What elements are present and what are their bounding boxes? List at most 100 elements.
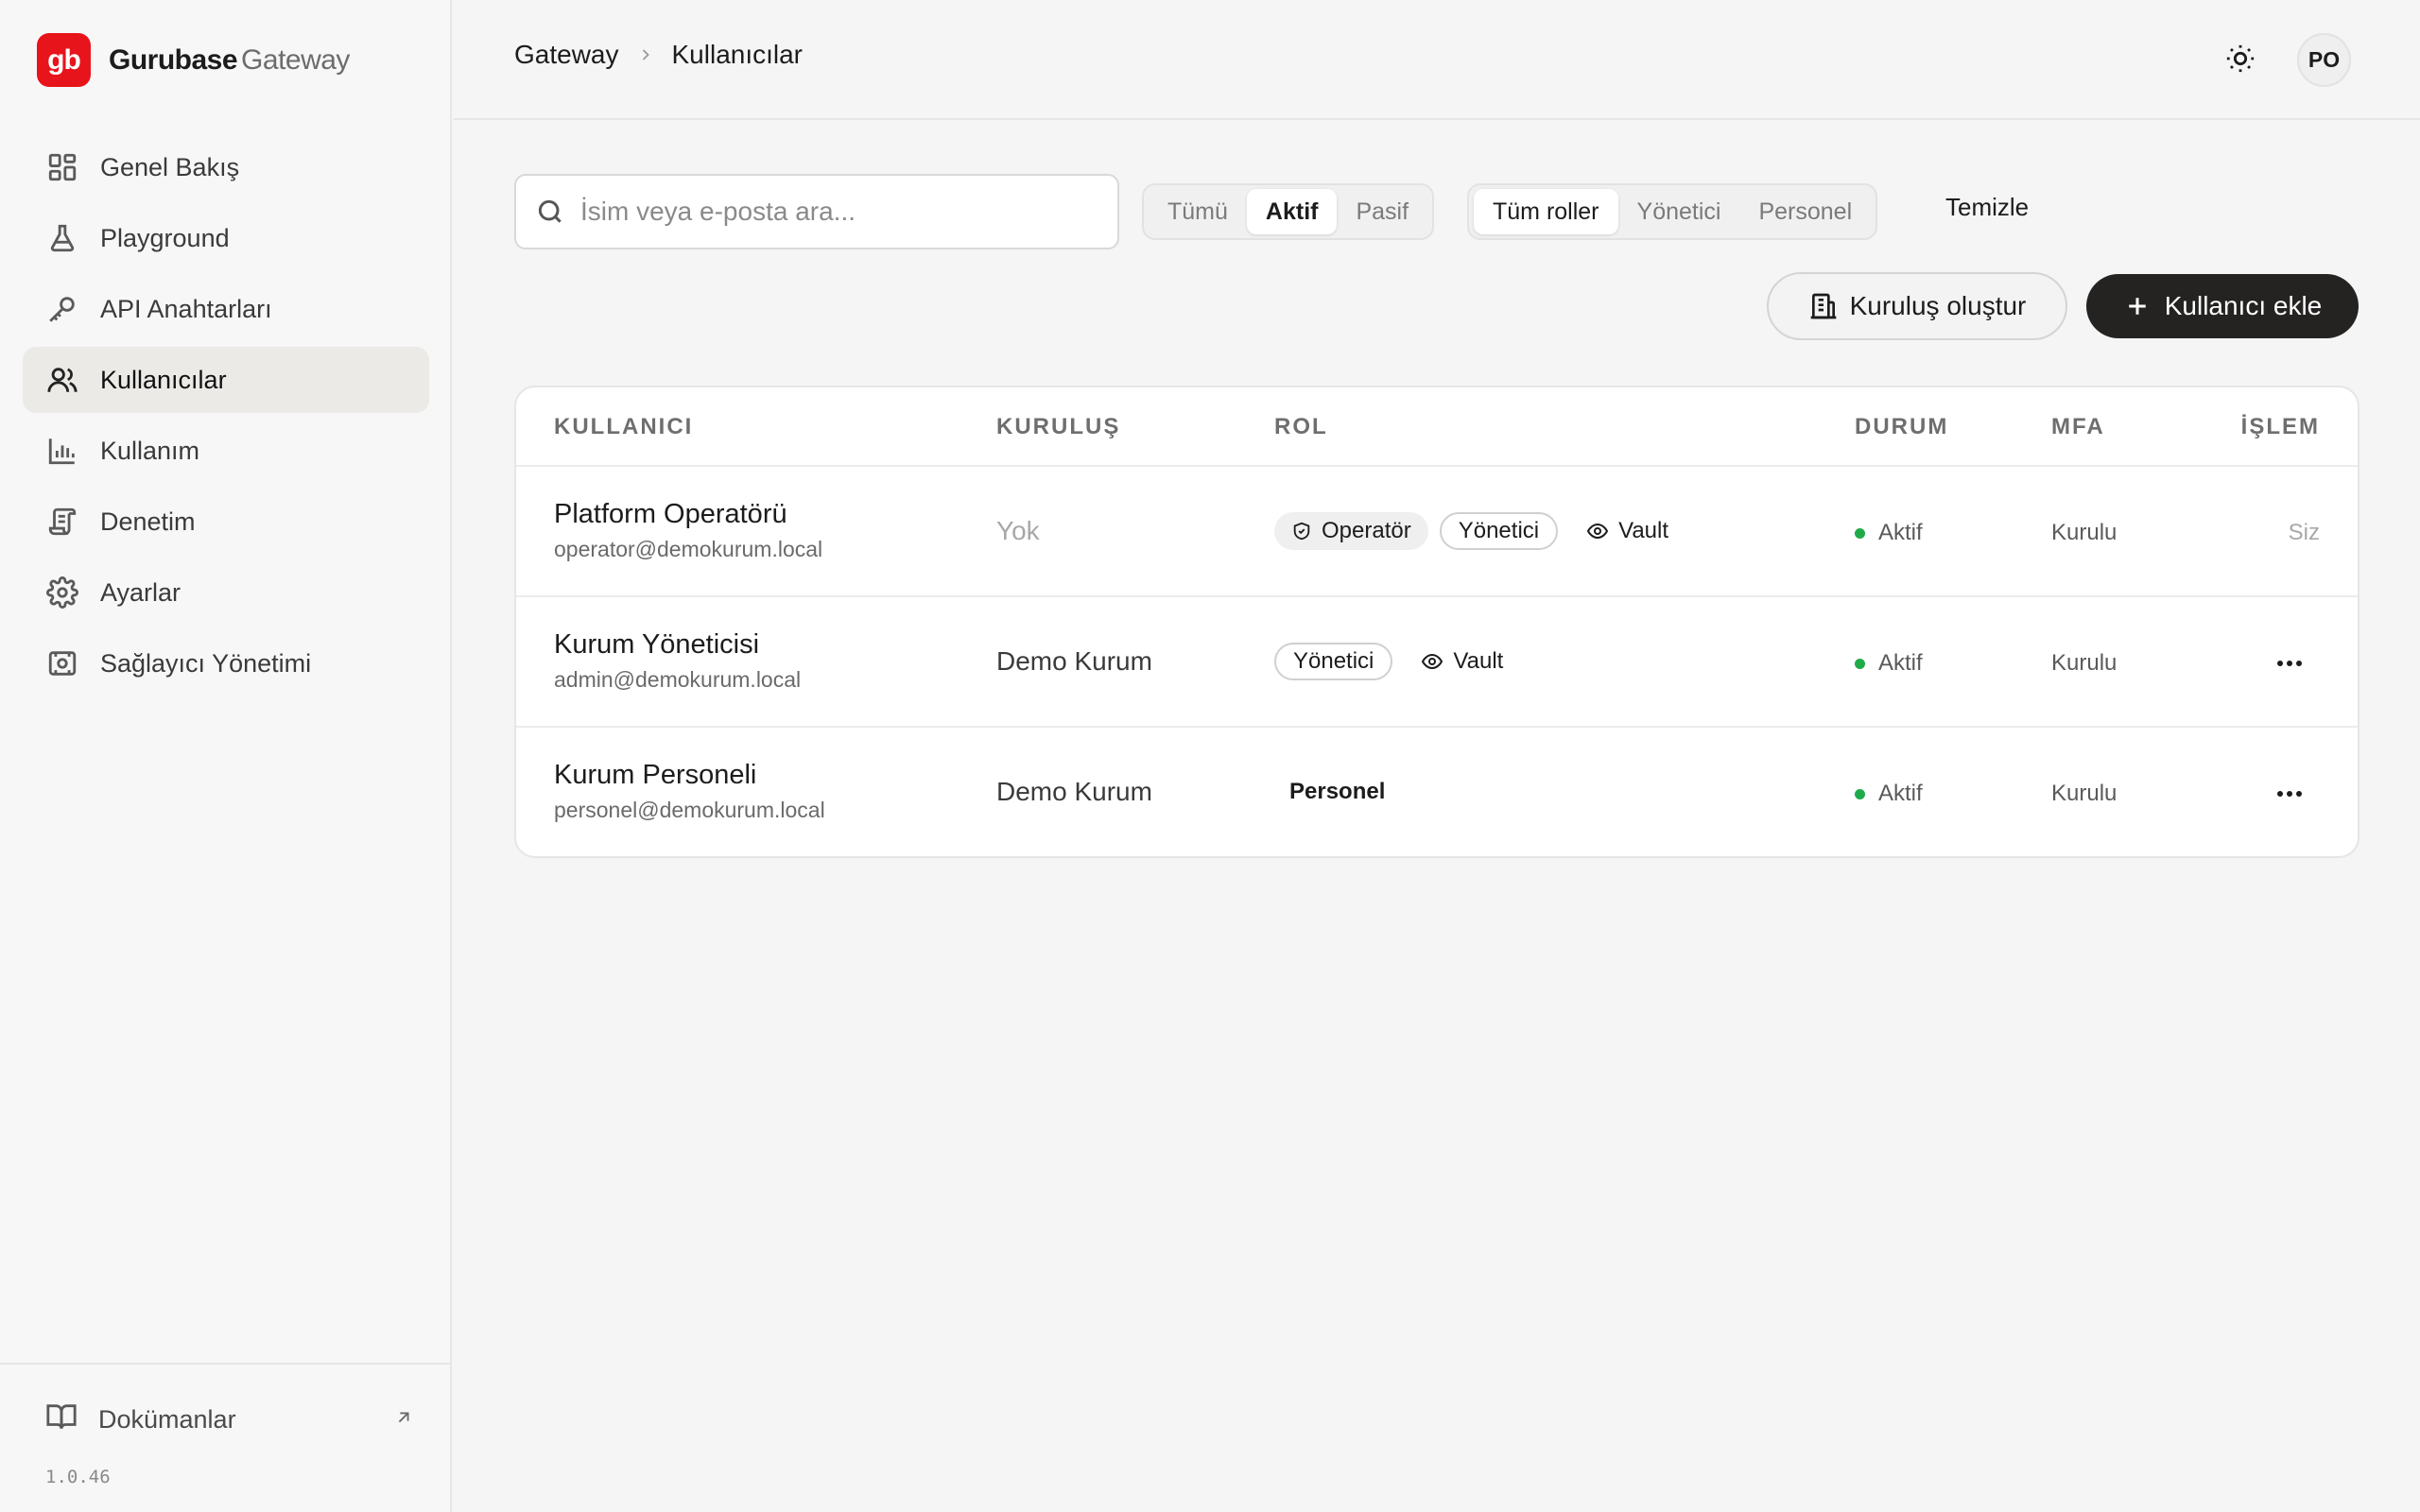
sidebar-item-label: API Anahtarları <box>100 294 272 323</box>
plus-icon <box>2128 298 2146 315</box>
flask-icon <box>45 221 79 255</box>
breadcrumb: Gateway Kullanıcılar <box>514 40 803 70</box>
avatar[interactable]: PO <box>2297 33 2351 87</box>
sidebar-item-settings[interactable]: Ayarlar <box>23 559 429 626</box>
sidebar-item-label: Kullanım <box>100 436 200 465</box>
building-icon <box>1810 293 1836 319</box>
search-input[interactable] <box>580 197 1110 227</box>
status-dot <box>1855 788 1865 799</box>
users-table: KULLANICI KURULUŞ ROL DURUM MFA İŞLEM Pl… <box>514 386 2360 858</box>
external-link-icon <box>393 1405 414 1435</box>
role-filter-admin[interactable]: Yönetici <box>1618 189 1740 234</box>
user-org: Demo Kurum <box>996 646 1152 676</box>
vault-label: Vault <box>1618 518 1669 543</box>
more-horizontal-icon <box>2277 791 2302 797</box>
create-org-button[interactable]: Kuruluş oluştur <box>1767 272 2067 340</box>
column-header-role: ROL <box>1274 414 1328 439</box>
add-user-label: Kullanıcı ekle <box>2164 291 2323 320</box>
user-roles: Yönetici Vault <box>1274 643 1503 680</box>
sidebar-item-playground[interactable]: Playground <box>23 205 429 271</box>
status-label: Aktif <box>1878 650 1923 676</box>
status-badge: Aktif <box>1855 520 1923 546</box>
more-horizontal-icon <box>2277 661 2302 666</box>
sidebar-item-label: Kullanıcılar <box>100 365 227 394</box>
sidebar-item-providers[interactable]: Sağlayıcı Yönetimi <box>23 630 429 696</box>
sidebar-nav: Genel Bakış Playground API Anahtarları K… <box>23 134 429 701</box>
status-label: Aktif <box>1878 781 1923 806</box>
brand[interactable]: gb Gurubase Gateway <box>37 33 350 87</box>
key-icon <box>45 292 79 326</box>
column-header-org: KURULUŞ <box>996 414 1121 439</box>
breadcrumb-current: Kullanıcılar <box>671 40 804 69</box>
role-badge-admin: Yönetici <box>1439 512 1559 550</box>
user-email: personel@demokurum.local <box>554 798 825 822</box>
add-user-button[interactable]: Kullanıcı ekle <box>2086 274 2359 338</box>
clear-filters-button[interactable]: Temizle <box>1945 193 2029 222</box>
table-row: Platform Operatörü operator@demokurum.lo… <box>516 467 2358 597</box>
status-badge: Aktif <box>1855 781 1923 807</box>
row-actions-button[interactable] <box>2267 775 2312 813</box>
table-header: KULLANICI KURULUŞ ROL DURUM MFA İŞLEM <box>516 387 2358 467</box>
sidebar-item-label: Ayarlar <box>100 577 182 607</box>
status-filter-passive[interactable]: Pasif <box>1337 189 1427 234</box>
vault-badge: Vault <box>1421 648 1503 675</box>
breadcrumb-root[interactable]: Gateway <box>514 40 619 70</box>
user-roles: Personel <box>1274 773 1411 811</box>
search-icon <box>538 199 562 223</box>
users-icon <box>45 363 79 397</box>
status-filter-all[interactable]: Tümü <box>1149 189 1247 234</box>
status-filter-active[interactable]: Aktif <box>1246 189 1338 234</box>
dashboard-grid-icon <box>45 150 79 184</box>
scroll-icon <box>45 505 79 539</box>
column-header-action: İŞLEM <box>2240 414 2320 439</box>
role-filter-all[interactable]: Tüm roller <box>1474 189 1618 234</box>
sidebar-item-api-keys[interactable]: API Anahtarları <box>23 276 429 342</box>
status-dot <box>1855 527 1865 539</box>
sidebar-footer: Dokümanlar 1.0.46 <box>0 1363 452 1512</box>
bar-chart-icon <box>45 434 79 468</box>
user-name: Platform Operatörü <box>554 499 787 529</box>
sidebar-item-audit[interactable]: Denetim <box>23 489 429 555</box>
sidebar-item-label: Denetim <box>100 507 196 536</box>
create-org-label: Kuruluş oluştur <box>1849 291 2027 320</box>
sidebar-item-label: Sağlayıcı Yönetimi <box>100 648 312 678</box>
role-filter-staff[interactable]: Personel <box>1739 189 1871 234</box>
eye-icon <box>1422 653 1443 670</box>
table-row: Kurum Personeli personel@demokurum.local… <box>516 728 2358 856</box>
column-header-status: DURUM <box>1855 414 1949 439</box>
sidebar: gb Gurubase Gateway Genel Bakış Playgroun… <box>0 0 452 1512</box>
status-filter: Tümü Aktif Pasif <box>1142 183 1435 240</box>
sidebar-item-users[interactable]: Kullanıcılar <box>23 347 429 413</box>
row-actions-button[interactable] <box>2267 644 2312 682</box>
role-badge-operator: Operatör <box>1274 512 1428 550</box>
user-email: admin@demokurum.local <box>554 667 802 692</box>
user-org: Demo Kurum <box>996 777 1152 806</box>
brand-name-main: Gurubase <box>109 43 238 76</box>
sidebar-item-overview[interactable]: Genel Bakış <box>23 134 429 200</box>
role-badge-staff: Personel <box>1289 779 1386 804</box>
sun-icon <box>2226 44 2255 73</box>
shield-check-icon <box>1293 522 1310 541</box>
role-badge-admin: Yönetici <box>1274 643 1393 680</box>
sidebar-item-usage[interactable]: Kullanım <box>23 418 429 484</box>
role-filter: Tüm roller Yönetici Personel <box>1467 183 1878 240</box>
docs-link-label: Dokümanlar <box>98 1405 236 1434</box>
sidebar-item-label: Playground <box>100 223 230 252</box>
docs-link[interactable]: Dokümanlar <box>45 1400 414 1439</box>
theme-toggle-button[interactable] <box>2220 38 2261 79</box>
book-icon <box>45 1400 78 1439</box>
user-roles: Operatör Yönetici Vault <box>1274 512 1668 550</box>
search-box <box>514 174 1119 249</box>
user-name: Kurum Yöneticisi <box>554 629 760 660</box>
brand-logo: gb <box>37 33 91 87</box>
user-org: Yok <box>996 516 1040 545</box>
eye-icon <box>1586 523 1609 540</box>
chevron-right-icon <box>636 45 655 64</box>
table-row: Kurum Yöneticisi admin@demokurum.local D… <box>516 597 2358 728</box>
brand-name-suffix: Gateway <box>241 43 350 76</box>
column-header-mfa: MFA <box>2051 414 2105 439</box>
vault-badge: Vault <box>1586 518 1668 544</box>
status-dot <box>1855 658 1865 669</box>
app-version: 1.0.46 <box>45 1467 111 1487</box>
user-email: operator@demokurum.local <box>554 537 823 561</box>
